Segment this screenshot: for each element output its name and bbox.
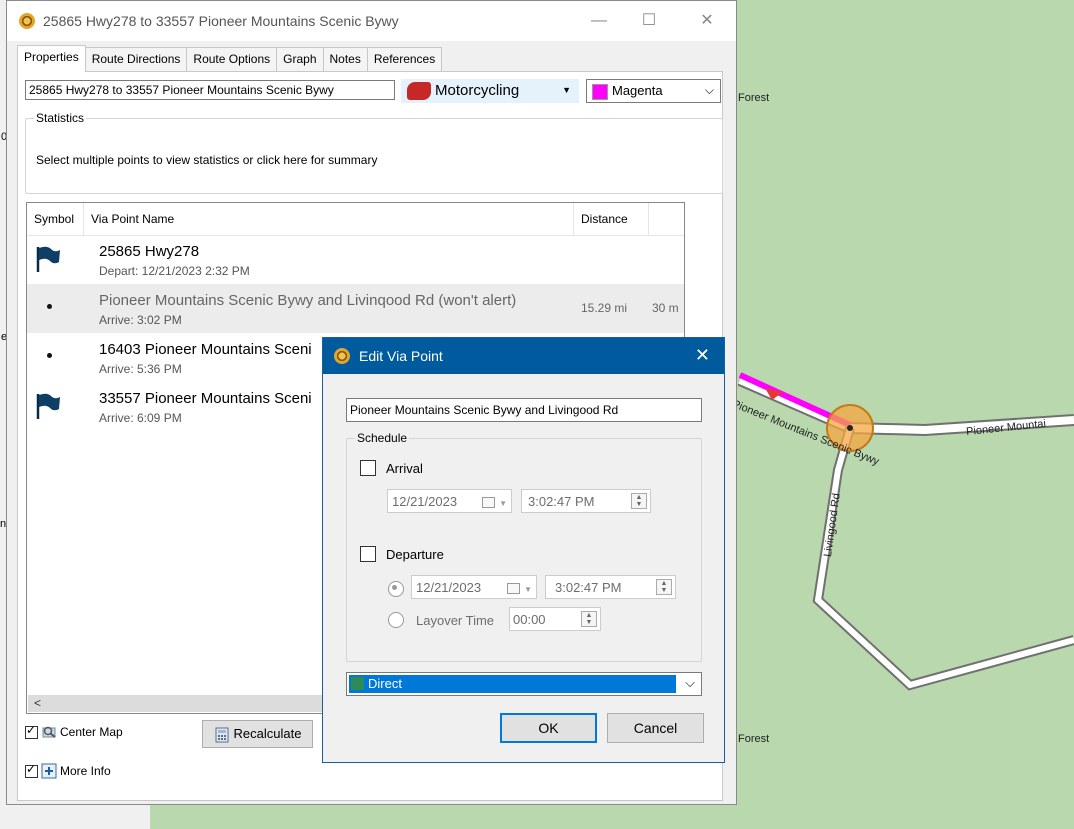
flag-icon bbox=[35, 392, 65, 422]
statistics-legend: Statistics bbox=[34, 111, 87, 125]
more-info-option[interactable]: More Info bbox=[25, 762, 111, 779]
spinner-icon[interactable]: ▲ ▼ bbox=[631, 493, 647, 509]
departure-option[interactable]: Departure bbox=[360, 546, 444, 562]
arrival-date: 12/21/2023 bbox=[392, 494, 458, 509]
chevron-down-icon: ⌵ bbox=[704, 83, 714, 97]
center-map-option[interactable]: Center Map bbox=[25, 723, 123, 740]
column-symbol[interactable]: Symbol bbox=[27, 203, 84, 235]
via-point-duration: 30 m bbox=[652, 301, 679, 315]
motorcycle-icon bbox=[407, 82, 431, 101]
statistics-group: Statistics Select multiple points to vie… bbox=[25, 111, 723, 194]
layover-time-input[interactable]: 00:00 ▲ ▼ bbox=[509, 607, 601, 631]
route-color-select[interactable]: Magenta ⌵ bbox=[586, 79, 721, 103]
tab-properties[interactable]: Properties bbox=[17, 45, 86, 72]
via-point-name: 33557 Pioneer Mountains Sceni bbox=[99, 390, 312, 407]
tab-bar: Properties Route Directions Route Option… bbox=[17, 45, 443, 72]
dropdown-arrow-icon: ▼ bbox=[562, 85, 571, 95]
schedule-group: Schedule Arrival 12/21/2023 ▼ 3:02:47 PM… bbox=[346, 431, 702, 662]
departure-date-radio[interactable] bbox=[388, 581, 404, 597]
departure-date: 12/21/2023 bbox=[416, 580, 482, 595]
spinner-icon[interactable]: ▲ ▼ bbox=[581, 611, 597, 627]
cancel-button[interactable]: Cancel bbox=[607, 713, 704, 743]
schedule-legend: Schedule bbox=[355, 431, 410, 445]
departure-time: 3:02:47 PM bbox=[555, 580, 622, 595]
app-icon bbox=[19, 13, 35, 29]
recalculate-label: Recalculate bbox=[233, 726, 302, 741]
departure-label: Departure bbox=[386, 546, 444, 562]
layover-label: Layover Time bbox=[416, 613, 495, 628]
transport-mode-label: Motorcycling bbox=[435, 82, 520, 99]
recalculate-button[interactable]: Recalculate bbox=[202, 720, 313, 748]
calculator-icon bbox=[215, 727, 229, 743]
map-label-forest: Forest bbox=[738, 733, 770, 745]
list-item[interactable]: Pioneer Mountains Scenic Bywy and Livinq… bbox=[27, 284, 684, 333]
more-info-checkbox[interactable] bbox=[25, 762, 38, 778]
via-point-time: Arrive: 5:36 PM bbox=[99, 362, 182, 376]
arrival-option[interactable]: Arrival bbox=[360, 460, 423, 476]
magnifier-icon bbox=[42, 726, 56, 738]
tab-route-directions[interactable]: Route Directions bbox=[84, 47, 188, 72]
arrival-label: Arrival bbox=[386, 460, 423, 476]
layover-radio[interactable] bbox=[388, 612, 404, 628]
spinner-icon[interactable]: ▲ ▼ bbox=[656, 579, 672, 595]
color-label: Magenta bbox=[612, 83, 663, 98]
edit-via-point-dialog: Edit Via Point ✕ Pioneer Mountains Sceni… bbox=[322, 337, 725, 763]
via-point-name-input[interactable]: Pioneer Mountains Scenic Bywy and Living… bbox=[346, 398, 702, 422]
arrival-time-picker[interactable]: 3:02:47 PM ▲ ▼ bbox=[521, 489, 651, 513]
list-header: Symbol Via Point Name Distance bbox=[27, 203, 684, 236]
via-point-time: Arrive: 6:09 PM bbox=[99, 411, 182, 425]
column-distance[interactable]: Distance bbox=[574, 203, 649, 235]
layover-value: 00:00 bbox=[513, 612, 546, 627]
calendar-icon[interactable]: ▼ bbox=[507, 580, 532, 595]
ok-button[interactable]: OK bbox=[500, 713, 597, 743]
route-name-input[interactable]: 25865 Hwy278 to 33557 Pioneer Mountains … bbox=[25, 80, 395, 100]
arrival-time: 3:02:47 PM bbox=[528, 494, 595, 509]
close-button[interactable]: ✕ bbox=[687, 7, 727, 35]
via-point-name: 16403 Pioneer Mountains Sceni bbox=[99, 341, 312, 358]
tab-route-options[interactable]: Route Options bbox=[186, 47, 278, 72]
chevron-down-icon: ⌵ bbox=[685, 675, 695, 690]
tab-graph[interactable]: Graph bbox=[276, 47, 324, 72]
minimize-button[interactable]: — bbox=[579, 7, 619, 35]
departure-checkbox[interactable] bbox=[360, 546, 376, 562]
map-label-forest: Forest bbox=[738, 92, 770, 104]
dialog-close-button[interactable]: ✕ bbox=[695, 345, 710, 366]
tab-references[interactable]: References bbox=[366, 47, 443, 72]
column-via-point-name[interactable]: Via Point Name bbox=[84, 203, 574, 235]
scroll-left-icon[interactable]: < bbox=[34, 696, 41, 710]
title-bar: 25865 Hwy278 to 33557 Pioneer Mountains … bbox=[7, 1, 736, 41]
via-point-name: 25865 Hwy278 bbox=[99, 243, 200, 260]
dialog-title-bar: Edit Via Point ✕ bbox=[323, 338, 724, 374]
via-point-time: Depart: 12/21/2023 2:32 PM bbox=[99, 264, 250, 278]
arrival-date-picker[interactable]: 12/21/2023 ▼ bbox=[387, 489, 512, 513]
statistics-text[interactable]: Select multiple points to view statistic… bbox=[36, 153, 377, 167]
routing-mode-select[interactable]: Direct ⌵ bbox=[346, 672, 702, 696]
direct-route-icon bbox=[351, 677, 364, 690]
center-map-checkbox[interactable] bbox=[25, 723, 38, 739]
dot-icon bbox=[47, 353, 52, 358]
maximize-button[interactable]: ☐ bbox=[629, 7, 669, 35]
via-point-time: Arrive: 3:02 PM bbox=[99, 313, 182, 327]
via-point-distance: 15.29 mi bbox=[581, 301, 628, 315]
transport-mode-select[interactable]: Motorcycling ▼ bbox=[401, 79, 579, 103]
center-map-label: Center Map bbox=[60, 725, 123, 739]
list-item[interactable]: 25865 Hwy278 Depart: 12/21/2023 2:32 PM bbox=[27, 235, 684, 284]
via-point-name: Pioneer Mountains Scenic Bywy and Livinq… bbox=[99, 292, 517, 309]
color-swatch bbox=[592, 83, 608, 100]
departure-time-picker[interactable]: 3:02:47 PM ▲ ▼ bbox=[545, 575, 676, 599]
departure-date-picker[interactable]: 12/21/2023 ▼ bbox=[411, 575, 537, 599]
dot-icon bbox=[47, 304, 52, 309]
app-icon bbox=[334, 348, 350, 364]
flag-icon bbox=[35, 245, 65, 275]
plus-icon bbox=[41, 763, 57, 779]
calendar-icon[interactable]: ▼ bbox=[482, 494, 507, 509]
dialog-title: Edit Via Point bbox=[359, 348, 443, 364]
window-title: 25865 Hwy278 to 33557 Pioneer Mountains … bbox=[43, 13, 399, 29]
more-info-label: More Info bbox=[60, 764, 111, 778]
routing-mode-label: Direct bbox=[368, 676, 402, 691]
tab-notes[interactable]: Notes bbox=[322, 47, 368, 72]
arrival-checkbox[interactable] bbox=[360, 460, 376, 476]
